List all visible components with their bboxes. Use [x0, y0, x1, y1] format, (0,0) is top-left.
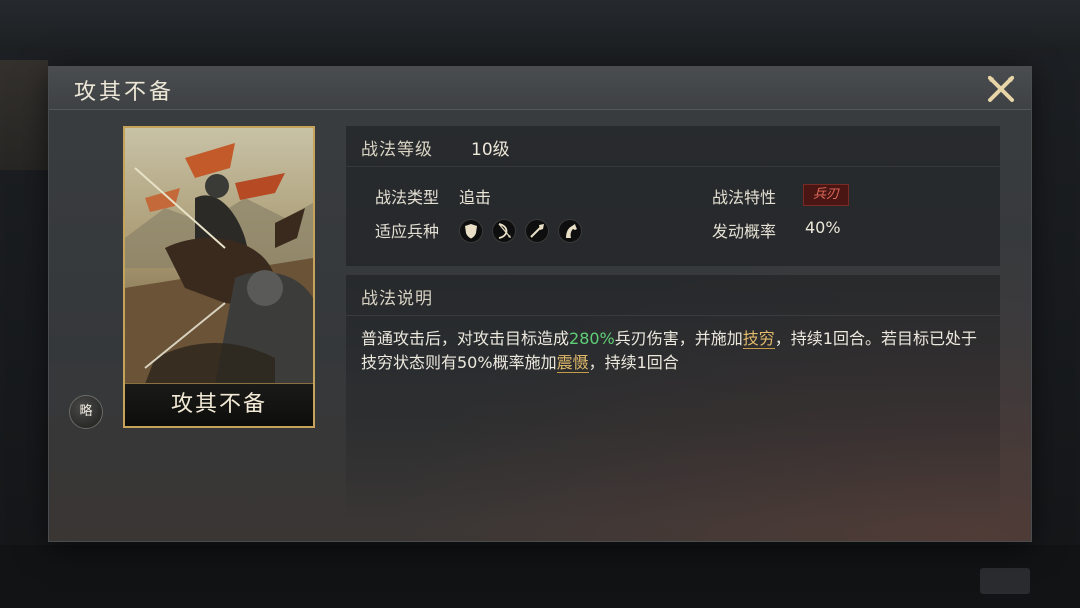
trait-badge: 兵刃 [803, 184, 849, 206]
level-row: 战法等级 10级 [346, 126, 1000, 167]
skill-detail-dialog: 攻其不备 攻其不备 略 战法等级 10级 战法类型 追击 战法特性 兵刃 适应兵… [49, 67, 1031, 541]
rate-value: 40% [805, 218, 841, 237]
skill-card-art [125, 128, 313, 384]
close-icon [988, 76, 1014, 102]
description-title: 战法说明 [361, 289, 433, 309]
background-bottombar [0, 545, 1080, 608]
skill-card: 攻其不备 [123, 126, 315, 428]
level-label: 战法等级 [361, 140, 433, 160]
strategy-button-label: 略 [79, 404, 93, 419]
units-label: 适应兵种 [375, 222, 440, 241]
desc-seg-1: 普通攻击后，对攻击目标造成 [361, 329, 570, 348]
description-header: 战法说明 [346, 275, 1000, 316]
status-link-jiqiong[interactable]: 技穷 [742, 329, 775, 349]
dialog-title: 攻其不备 [74, 80, 175, 105]
background-tabbar [0, 0, 1080, 52]
skill-card-name: 攻其不备 [125, 383, 313, 426]
desc-seg-4: ，持续1回合 [588, 353, 679, 372]
level-value: 10级 [471, 140, 510, 160]
horse-icon [558, 219, 582, 243]
spear-icon [525, 219, 549, 243]
skill-description-box: 战法说明 普通攻击后，对攻击目标造成280%兵刃伤害，并施加技穷，持续1回合。若… [346, 275, 1000, 525]
status-link-zhenshe[interactable]: 震慑 [556, 353, 589, 373]
type-value: 追击 [459, 188, 492, 207]
background-button [980, 568, 1030, 594]
description-text: 普通攻击后，对攻击目标造成280%兵刃伤害，并施加技穷，持续1回合。若目标已处于… [361, 327, 981, 375]
background-sidebar [0, 60, 48, 170]
skill-info-box: 战法等级 10级 战法类型 追击 战法特性 兵刃 适应兵种 发动概率 40% [346, 126, 1000, 266]
close-button[interactable] [985, 73, 1017, 105]
trait-label: 战法特性 [712, 188, 777, 207]
strategy-button[interactable]: 略 [69, 395, 103, 429]
type-label: 战法类型 [375, 188, 440, 207]
dialog-titlebar: 攻其不备 [49, 67, 1031, 110]
desc-seg-2: 兵刃伤害，并施加 [614, 329, 743, 348]
rate-label: 发动概率 [712, 222, 777, 241]
bow-icon [492, 219, 516, 243]
damage-percent: 280% [569, 329, 615, 348]
shield-icon [459, 219, 483, 243]
